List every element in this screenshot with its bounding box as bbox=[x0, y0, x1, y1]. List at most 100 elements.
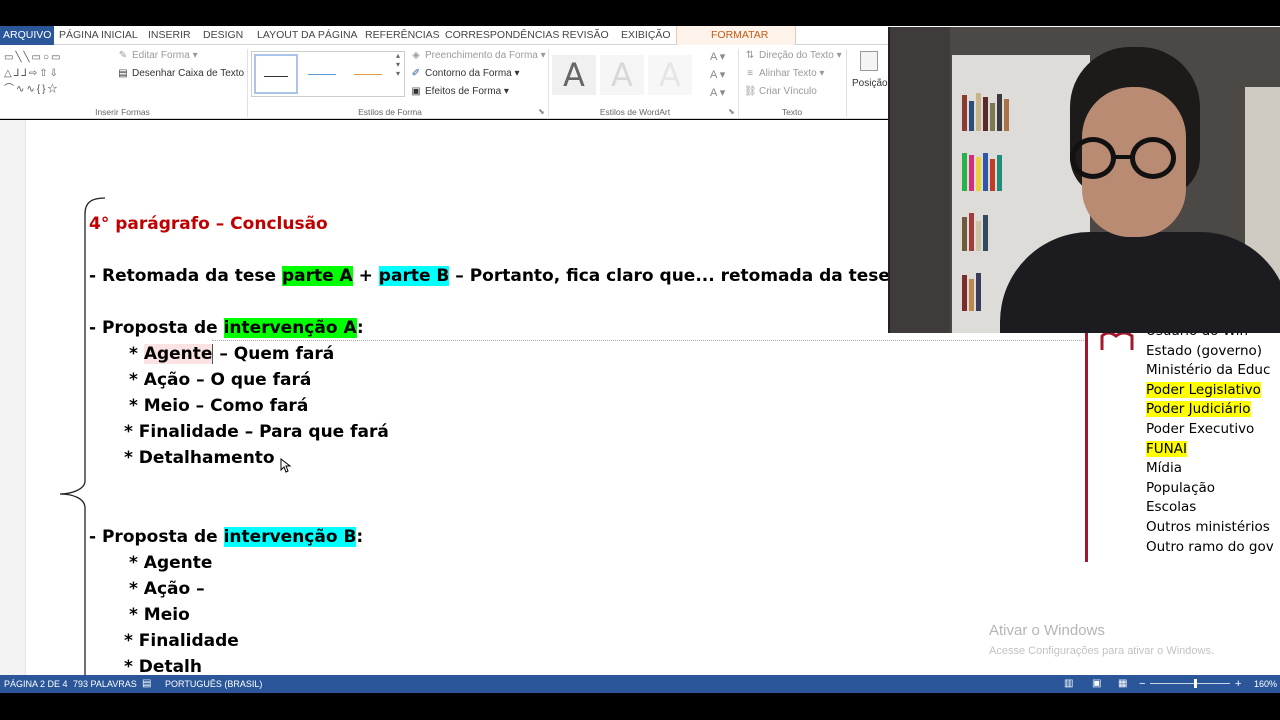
shape-style-dark[interactable] bbox=[254, 54, 298, 94]
tab-references[interactable]: REFERÊNCIAS bbox=[365, 26, 440, 45]
text-fill-icons[interactable]: A ▾ A ▾ A ▾ bbox=[710, 48, 725, 102]
separator bbox=[846, 49, 847, 117]
zoom-slider[interactable] bbox=[1150, 683, 1230, 684]
side-list-item-10: Outros ministérios bbox=[1146, 518, 1274, 538]
position-label: Posição bbox=[852, 78, 888, 89]
align-text-icon: ≡ bbox=[747, 68, 753, 79]
separator bbox=[247, 49, 248, 117]
shape-outline-button[interactable]: ✐ Contorno da Forma ▾ bbox=[410, 68, 520, 79]
thesis-plus: + bbox=[352, 266, 379, 286]
draw-text-box-label: Desenhar Caixa de Texto bbox=[132, 68, 245, 79]
create-link-label: Criar Vínculo bbox=[759, 86, 817, 97]
agent-description: – Quem fará bbox=[213, 344, 335, 364]
dialog-launcher-icon[interactable]: ⬊ bbox=[538, 107, 545, 116]
print-layout-icon[interactable]: ▣ bbox=[1092, 675, 1101, 693]
wordart-style-3[interactable]: A bbox=[648, 55, 692, 95]
proposal-b-detail: * Detalh bbox=[124, 657, 202, 675]
agent-word[interactable]: Agente bbox=[143, 344, 214, 364]
dialog-launcher-icon[interactable]: ⬊ bbox=[728, 107, 735, 116]
align-text-button[interactable]: ≡ Alinhar Texto ▾ bbox=[744, 68, 824, 79]
proposal-a-action: * Ação – O que fará bbox=[129, 370, 312, 390]
proposal-b-purpose: * Finalidade bbox=[124, 631, 239, 651]
shape-effects-button[interactable]: ▣ Efeitos de Forma ▾ bbox=[410, 86, 509, 97]
gallery-scroll-icon[interactable]: ▴ ▾ ▾ bbox=[396, 51, 400, 78]
side-list-text: Outro ramo do gov bbox=[1146, 538, 1274, 555]
wordart-gallery[interactable]: A A A bbox=[552, 51, 736, 97]
shape-style-blue[interactable] bbox=[300, 54, 344, 94]
wordart-style-2[interactable]: A bbox=[600, 55, 644, 95]
status-words[interactable]: 793 PALAVRAS bbox=[73, 675, 137, 693]
side-list-item-4: Poder Judiciário bbox=[1146, 400, 1274, 420]
status-page[interactable]: PÁGINA 2 DE 4 bbox=[4, 675, 68, 693]
effects-icon: ▣ bbox=[411, 86, 421, 97]
proofing-icon[interactable]: ▤ bbox=[142, 675, 151, 693]
text-direction-label: Direção do Texto bbox=[759, 50, 834, 61]
side-list: Usuário do Win Estado (governo) Ministér… bbox=[1146, 322, 1274, 557]
shape-fill-button[interactable]: ◈ Preenchimento da Forma ▾ bbox=[410, 50, 546, 61]
tab-page-layout[interactable]: LAYOUT DA PÁGINA bbox=[257, 26, 358, 45]
zoom-in-icon[interactable]: + bbox=[1235, 675, 1241, 693]
proposal-a-highlight: intervenção A bbox=[223, 318, 357, 338]
shape-style-orange[interactable] bbox=[346, 54, 390, 94]
group-label-shape-styles: Estilos de Forma bbox=[358, 107, 422, 117]
edit-shape-button[interactable]: ✎ Editar Forma ▾ bbox=[117, 50, 198, 61]
shapes-gallery[interactable]: ▭╲╲▭○▭ △⅃⅃⇨⇧⇩ ⌒∿∿{}☆ bbox=[4, 50, 110, 100]
tab-mailings[interactable]: CORRESPONDÊNCIAS bbox=[445, 26, 559, 45]
webcam-books-row bbox=[960, 87, 1084, 131]
side-list-item-2: Ministério da Educ bbox=[1146, 361, 1274, 381]
read-mode-icon[interactable]: ▥ bbox=[1064, 675, 1073, 693]
edit-shape-label: Editar Forma bbox=[132, 50, 190, 61]
glasses-right-icon bbox=[1130, 137, 1176, 179]
shape-styles-gallery[interactable] bbox=[251, 51, 405, 97]
thesis-part-b: parte B bbox=[378, 266, 450, 286]
tab-insert[interactable]: INSERIR bbox=[148, 26, 191, 45]
tab-review[interactable]: REVISÃO bbox=[562, 26, 609, 45]
proposal-b-means: * Meio bbox=[129, 605, 190, 625]
tab-view[interactable]: EXIBIÇÃO bbox=[621, 26, 671, 45]
group-label-insert-shapes: Inserir Formas bbox=[95, 107, 150, 117]
side-list-text: População bbox=[1146, 479, 1216, 496]
thesis-line: - Retomada da tese parte A + parte B – P… bbox=[89, 264, 958, 288]
agent-bullet: * bbox=[129, 344, 144, 364]
tab-file[interactable]: ARQUIVO bbox=[0, 26, 55, 45]
tab-design[interactable]: DESIGN bbox=[203, 26, 243, 45]
webcam-wall bbox=[890, 27, 950, 333]
side-list-item-11: Outro ramo do gov bbox=[1146, 538, 1274, 558]
status-language[interactable]: PORTUGUÊS (BRASIL) bbox=[165, 675, 262, 693]
position-button[interactable]: Posição bbox=[852, 78, 888, 89]
side-list-text: Ministério da Educ bbox=[1146, 362, 1271, 379]
mouse-cursor-icon bbox=[280, 458, 292, 473]
wordart-style-1[interactable]: A bbox=[552, 55, 596, 95]
tab-home[interactable]: PÁGINA INICIAL bbox=[59, 26, 138, 45]
text-direction-button[interactable]: ⇅ Direção do Texto ▾ bbox=[744, 50, 842, 61]
left-margin bbox=[0, 120, 26, 675]
proposal-a-means: * Meio – Como fará bbox=[129, 396, 309, 416]
group-label-text: Texto bbox=[781, 107, 803, 117]
zoom-out-icon[interactable]: − bbox=[1139, 675, 1145, 693]
zoom-slider-thumb[interactable] bbox=[1194, 679, 1197, 688]
proposal-a-line: - Proposta de intervenção A: bbox=[89, 316, 364, 340]
proposal-b-suffix: : bbox=[356, 527, 364, 547]
web-layout-icon[interactable]: ▦ bbox=[1118, 675, 1127, 693]
paint-bucket-icon: ◈ bbox=[412, 50, 420, 61]
side-list-item-9: Escolas bbox=[1146, 498, 1274, 518]
side-list-item-7: Mídia bbox=[1146, 459, 1274, 479]
create-link-button[interactable]: ⛓ Criar Vínculo bbox=[744, 86, 817, 97]
side-list-text: Escolas bbox=[1146, 499, 1197, 516]
side-list-item-5: Poder Executivo bbox=[1146, 420, 1274, 440]
separator bbox=[548, 49, 549, 117]
thesis-suffix: – Portanto, fica claro que... retomada d… bbox=[449, 266, 959, 286]
side-box-accent-bar bbox=[1085, 332, 1088, 562]
paragraph-heading: 4° parágrafo – Conclusão bbox=[89, 214, 328, 234]
draw-text-box-button[interactable]: ▤ Desenhar Caixa de Texto bbox=[117, 68, 244, 79]
status-zoom[interactable]: 160% bbox=[1254, 675, 1277, 693]
proposal-a-detail: * Detalhamento bbox=[124, 448, 275, 468]
tab-format[interactable]: FORMATAR bbox=[711, 26, 768, 45]
webcam-person-shirt bbox=[1000, 232, 1280, 333]
link-icon: ⛓ bbox=[744, 86, 757, 97]
glasses-left-icon bbox=[1070, 137, 1116, 179]
proposal-a-suffix: : bbox=[356, 318, 364, 338]
glasses-bridge bbox=[1114, 155, 1132, 159]
shape-outline-label: Contorno da Forma bbox=[425, 68, 512, 79]
proposal-b-action: * Ação – bbox=[129, 579, 205, 599]
